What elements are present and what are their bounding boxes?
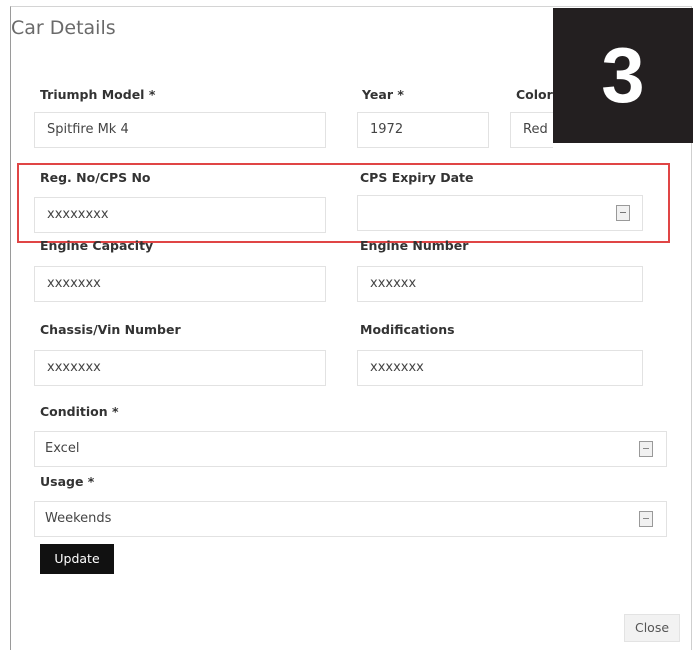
chevron-down-icon[interactable]: [639, 441, 653, 457]
modifications-field[interactable]: xxxxxxx: [357, 350, 643, 386]
engine-number-label: Engine Number: [360, 238, 469, 253]
close-button[interactable]: Close: [624, 614, 680, 642]
step-number-badge: 3: [553, 8, 693, 143]
color-field[interactable]: Red: [510, 112, 553, 148]
color-label: Color: [516, 87, 553, 102]
usage-select[interactable]: Weekends: [34, 501, 667, 537]
dialog-title: Car Details: [11, 17, 116, 39]
engine-capacity-label: Engine Capacity: [40, 238, 154, 253]
chevron-down-icon[interactable]: [639, 511, 653, 527]
usage-label: Usage *: [40, 474, 95, 489]
engine-capacity-field[interactable]: xxxxxxx: [34, 266, 326, 302]
year-label: Year *: [362, 87, 404, 102]
engine-number-field[interactable]: xxxxxx: [357, 266, 643, 302]
highlight-frame: [17, 163, 670, 243]
update-button[interactable]: Update: [40, 544, 114, 574]
chassis-field[interactable]: xxxxxxx: [34, 350, 326, 386]
model-label: Triumph Model *: [40, 87, 156, 102]
year-field[interactable]: 1972: [357, 112, 489, 148]
model-field[interactable]: Spitfire Mk 4: [34, 112, 326, 148]
condition-select[interactable]: Excel: [34, 431, 667, 467]
modifications-label: Modifications: [360, 322, 455, 337]
condition-value: Excel: [45, 441, 80, 456]
usage-value: Weekends: [45, 511, 112, 526]
chassis-label: Chassis/Vin Number: [40, 322, 181, 337]
condition-label: Condition *: [40, 404, 119, 419]
